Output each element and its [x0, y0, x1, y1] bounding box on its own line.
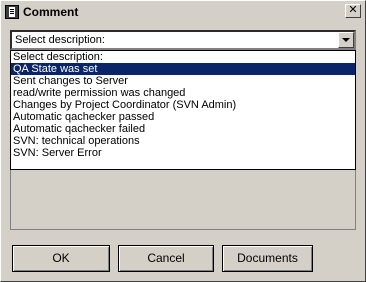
ok-button[interactable]: OK [12, 245, 110, 272]
description-combobox[interactable]: Select description: [10, 30, 356, 50]
document-icon [5, 5, 19, 19]
dropdown-item[interactable]: Automatic qachecker failed [11, 123, 355, 135]
dropdown-item[interactable]: QA State was set [11, 63, 355, 75]
window-title: Comment [23, 5, 79, 19]
dropdown-item[interactable]: read/write permission was changed [11, 87, 355, 99]
comment-dialog: Comment ✕ Select description: Select des… [0, 0, 366, 282]
cancel-button[interactable]: Cancel [118, 245, 214, 272]
documents-button[interactable]: Documents [222, 245, 313, 272]
close-button[interactable]: ✕ [345, 4, 361, 18]
dropdown-item[interactable]: Changes by Project Coordinator (SVN Admi… [11, 99, 355, 111]
dropdown-item[interactable]: SVN: technical operations [11, 135, 355, 147]
title-bar[interactable]: Comment ✕ [3, 3, 363, 21]
description-dropdown-list[interactable]: Select description: QA State was set Sen… [10, 50, 356, 170]
dropdown-item[interactable]: SVN: Server Error [11, 147, 355, 159]
chevron-down-icon[interactable] [338, 32, 354, 48]
dropdown-item[interactable]: Automatic qachecker passed [11, 111, 355, 123]
dropdown-item[interactable]: Sent changes to Server [11, 75, 355, 87]
dropdown-item[interactable]: Select description: [11, 51, 355, 63]
combobox-value: Select description: [15, 34, 105, 46]
